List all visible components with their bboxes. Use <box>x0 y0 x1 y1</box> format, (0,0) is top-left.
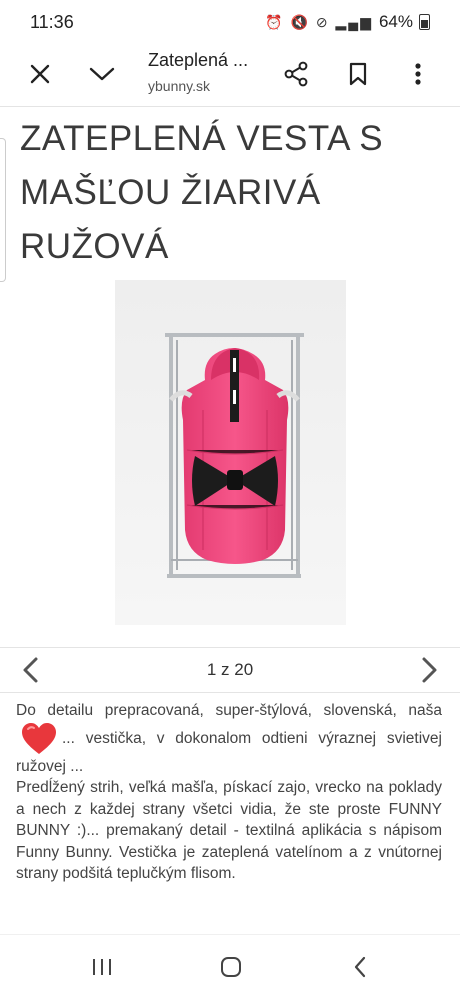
description-paragraph-2: Predĺžený strih, veľká mašľa, pískací za… <box>16 779 442 882</box>
image-counter: 1 z 20 <box>206 660 254 679</box>
product-title: ZATEPLENÁ VESTA S MAŠĽOU ŽIARIVÁ RUŽOVÁ <box>20 119 384 266</box>
bookmark-button[interactable] <box>338 54 378 94</box>
next-image-button[interactable] <box>412 654 444 686</box>
system-navigation-bar <box>0 934 460 998</box>
description-paragraph-1: Do detailu prepracovaná, super-štýlová, … <box>16 700 442 777</box>
more-options-button[interactable] <box>398 54 438 94</box>
chevron-down-icon <box>89 67 115 81</box>
status-bar: 11:36 ⏰ 🔇 ⊘ ▂▄▆ 64% <box>0 0 460 44</box>
minimize-button[interactable] <box>82 54 122 94</box>
share-icon <box>284 61 308 87</box>
home-icon <box>221 957 241 977</box>
system-icons: ⏰ 🔇 ⊘ ▂▄▆ <box>265 13 373 30</box>
recent-apps-button[interactable] <box>82 951 122 983</box>
image-pager: 1 z 20 <box>0 647 460 693</box>
product-description: Do detailu prepracovaná, super-štýlová, … <box>16 700 442 885</box>
browser-toolbar: Zateplená ... ybunny.sk <box>0 44 460 107</box>
status-icons-group: ⏰ 🔇 ⊘ ▂▄▆ 64% <box>265 12 430 32</box>
heart-emoji-icon <box>22 722 56 754</box>
status-time: 11:36 <box>30 12 74 32</box>
product-image[interactable] <box>115 280 346 625</box>
description-text-start: Do detailu prepracovaná, super-štýlová, … <box>16 702 442 719</box>
more-vertical-icon <box>415 63 421 85</box>
battery-icon <box>419 14 430 30</box>
page-title: Zateplená ... <box>148 50 249 70</box>
back-icon <box>354 956 366 978</box>
edge-tab[interactable] <box>0 138 6 282</box>
page-url: ybunny.sk <box>148 78 210 94</box>
share-button[interactable] <box>276 54 316 94</box>
bookmark-icon <box>349 62 367 86</box>
home-button[interactable] <box>211 951 251 983</box>
vest-illustration <box>115 280 346 625</box>
back-button[interactable] <box>340 951 380 983</box>
recent-apps-icon <box>93 959 111 975</box>
chevron-right-icon <box>422 657 437 683</box>
battery-level: 64% <box>378 12 413 31</box>
close-icon <box>30 64 50 84</box>
close-button[interactable] <box>20 54 60 94</box>
description-text-end: ... vestička, v dokonalom odtieni výrazn… <box>16 729 442 775</box>
